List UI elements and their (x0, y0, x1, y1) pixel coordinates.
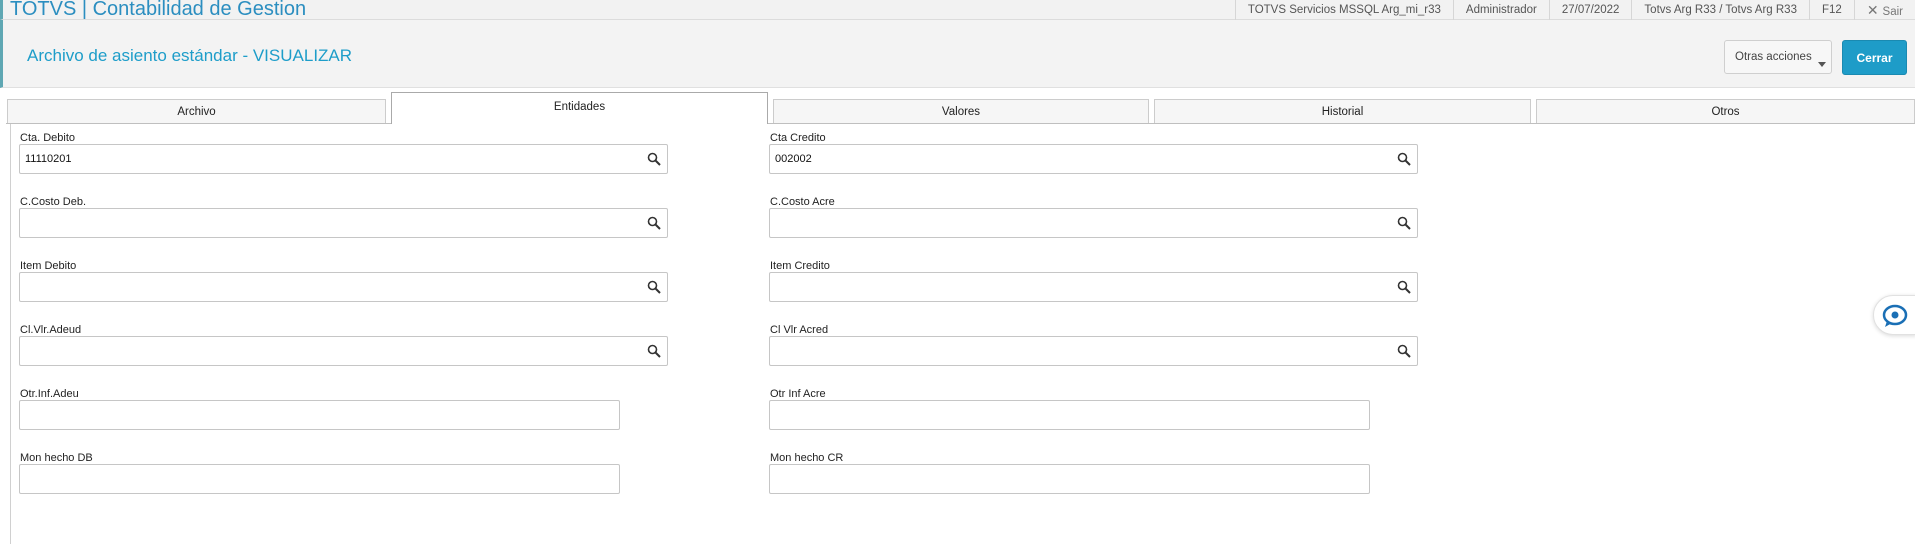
other-actions-button[interactable]: Otras acciones (1724, 40, 1832, 74)
ccosto-acre-label: C.Costo Acre (770, 196, 835, 208)
search-icon[interactable] (1397, 280, 1411, 294)
app-title: TOTVS | Contabilidad de Gestion (10, 0, 307, 20)
ccosto-deb-field[interactable] (19, 208, 668, 238)
f12-button[interactable]: F12 (1808, 0, 1854, 20)
company-info[interactable]: Totvs Arg R33 / Totvs Arg R33 (1631, 0, 1809, 20)
app-window: TOTVS | Contabilidad de Gestion TOTVS Se… (0, 0, 1915, 544)
page-header: Archivo de asiento estándar - VISUALIZAR… (0, 20, 1915, 88)
exit-button[interactable]: ✕ Sair (1853, 0, 1915, 20)
ccosto-deb-label: C.Costo Deb. (20, 196, 87, 208)
top-bar-info: TOTVS Servicios MSSQL Arg_mi_r33 Adminis… (1234, 0, 1915, 20)
chat-help-icon (1882, 304, 1908, 327)
user-info[interactable]: Administrador (1452, 0, 1549, 20)
tab-archivo[interactable]: Archivo (7, 99, 386, 123)
tab-entidades[interactable]: Entidades (391, 92, 768, 124)
item-credito-label: Item Credito (770, 260, 830, 272)
cta-credito-label: Cta Credito (770, 132, 826, 144)
search-icon[interactable] (1397, 216, 1411, 230)
item-debito-field[interactable] (19, 272, 668, 302)
otr-inf-adeu-label: Otr.Inf.Adeu (20, 388, 79, 400)
entities-form: Cta. Debito 11110201 C.Costo Deb. Item D… (10, 124, 1915, 544)
cta-debito-label: Cta. Debito (20, 132, 76, 144)
close-button[interactable]: Cerrar (1842, 40, 1907, 75)
otr-inf-acre-field[interactable] (769, 400, 1370, 430)
item-credito-field[interactable] (769, 272, 1418, 302)
mon-hecho-cr-field[interactable] (769, 464, 1370, 494)
item-debito-label: Item Debito (20, 260, 77, 272)
help-chat-button[interactable] (1873, 295, 1915, 335)
search-icon[interactable] (647, 280, 661, 294)
search-icon[interactable] (647, 152, 661, 166)
search-icon[interactable] (1397, 344, 1411, 358)
mon-hecho-db-field[interactable] (19, 464, 620, 494)
exit-label: Sair (1882, 6, 1903, 18)
mon-hecho-db-label: Mon hecho DB (20, 452, 93, 464)
caret-down-icon (1818, 62, 1826, 67)
tab-otros[interactable]: Otros (1536, 99, 1915, 123)
otr-inf-acre-label: Otr Inf Acre (770, 388, 826, 400)
other-actions-label: Otras acciones (1735, 51, 1812, 63)
search-icon[interactable] (647, 216, 661, 230)
ccosto-acre-field[interactable] (769, 208, 1418, 238)
tab-historial[interactable]: Historial (1154, 99, 1531, 123)
date-info[interactable]: 27/07/2022 (1548, 0, 1632, 20)
tab-valores[interactable]: Valores (773, 99, 1149, 123)
tab-bar: Archivo Entidades Valores Historial Otro… (0, 92, 1915, 124)
mon-hecho-cr-label: Mon hecho CR (770, 452, 844, 464)
cl-vlr-adeud-field[interactable] (19, 336, 668, 366)
cl-vlr-acred-label: Cl Vlr Acred (770, 324, 829, 336)
page-title: Archivo de asiento estándar - VISUALIZAR (27, 46, 353, 65)
search-icon[interactable] (647, 344, 661, 358)
cta-credito-value: 002002 (775, 153, 812, 165)
server-info: TOTVS Servicios MSSQL Arg_mi_r33 (1234, 0, 1453, 20)
cl-vlr-acred-field[interactable] (769, 336, 1418, 366)
close-icon: ✕ (1866, 2, 1879, 18)
cta-debito-field[interactable]: 11110201 (19, 144, 668, 174)
otr-inf-adeu-field[interactable] (19, 400, 620, 430)
cl-vlr-adeud-label: Cl.Vlr.Adeud (20, 324, 82, 336)
search-icon[interactable] (1397, 152, 1411, 166)
cta-debito-value: 11110201 (25, 153, 72, 165)
cta-credito-field[interactable]: 002002 (769, 144, 1418, 174)
top-bar: TOTVS | Contabilidad de Gestion TOTVS Se… (0, 0, 1915, 20)
